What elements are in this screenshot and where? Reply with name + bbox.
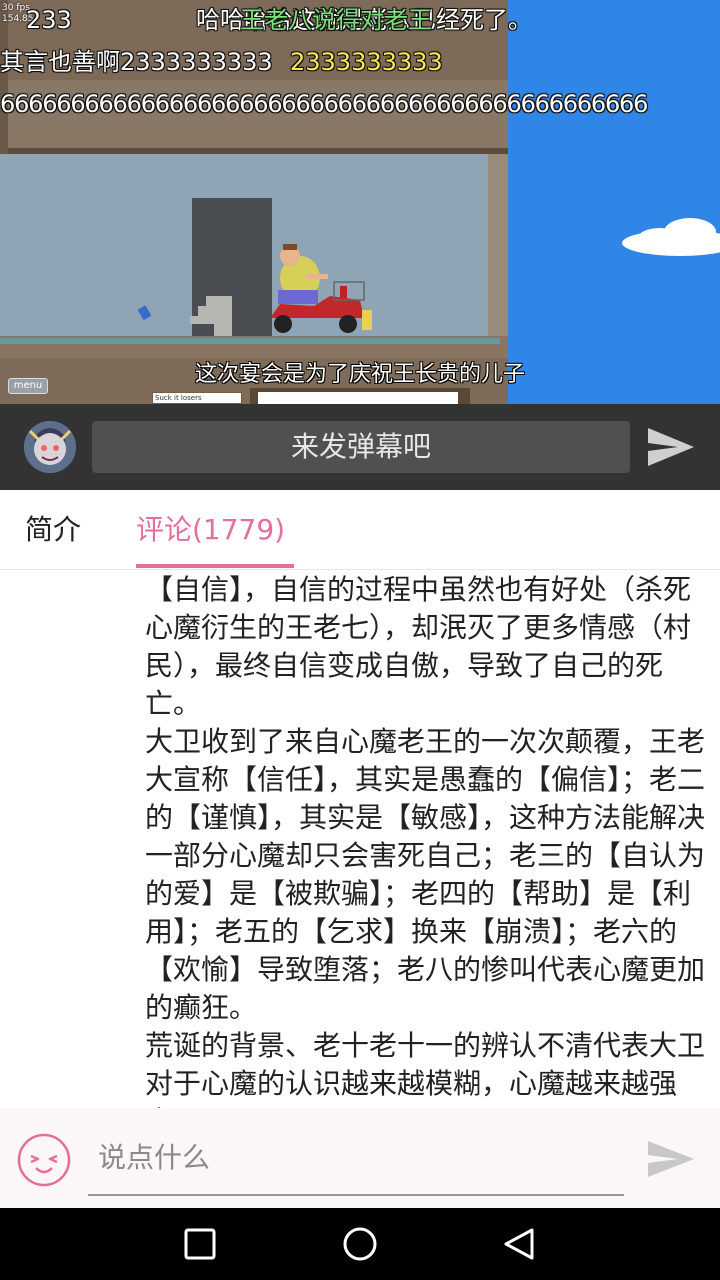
danmaku-input[interactable]: 来发弹幕吧: [92, 421, 630, 473]
comment-paragraph: 荒诞的背景、老十老十一的辨认不清代表大卫对于心魔的认识越来越模糊，心魔越来越强大…: [145, 1029, 706, 1108]
danmaku-input-bar: 来发弹幕吧: [0, 404, 720, 490]
video-player[interactable]: 30 fps 154.85 233 哈哈哈哈这就是老八已经死了。 王老八说得对老…: [0, 0, 720, 404]
video-subtitle: 这次宴会是为了庆祝王长贵的儿子: [194, 362, 525, 387]
danmaku-comment: 2333333333: [290, 48, 443, 76]
game-menu-button[interactable]: menu: [8, 378, 48, 394]
detail-tabs: 简介 评论(1779): [0, 490, 720, 570]
danmaku-comment: 王老八说得对老王: [240, 6, 432, 34]
active-tab-indicator: [136, 564, 294, 568]
comment-paragraph: 大卫收到了来自心魔老王的一次次颠覆，王老大宣称【信任】，其实是愚蠢的【偏信】；老…: [145, 725, 706, 1024]
danmaku-comment: 6666666666666666666666666666666666666666…: [0, 90, 648, 118]
send-icon[interactable]: [646, 1138, 696, 1180]
emoji-icon[interactable]: [16, 1132, 72, 1188]
avatar[interactable]: [24, 421, 76, 473]
square-recent-apps-icon[interactable]: [182, 1226, 218, 1262]
triangle-back-icon[interactable]: [502, 1226, 538, 1262]
comment-paragraph: 【自信】，自信的过程中虽然也有好处（杀死心魔衍生的王老七），却泯灭了更多情感（村…: [145, 573, 692, 720]
send-icon[interactable]: [646, 424, 696, 470]
danmaku-comment: 其言也善啊2333333333: [0, 48, 273, 76]
system-nav-bar: [0, 1208, 720, 1280]
tab-intro[interactable]: 简介: [25, 490, 81, 570]
comment-input-bar: 说点什么: [0, 1108, 720, 1208]
comment-content-area[interactable]: 【自信】，自信的过程中虽然也有好处（杀死心魔衍生的王老七），却泯灭了更多情感（村…: [0, 571, 720, 1108]
danmaku-comment: 233: [26, 6, 72, 34]
scene-sign-text: Suck it losers: [152, 392, 242, 404]
comment-input[interactable]: 说点什么: [88, 1128, 624, 1196]
circle-home-icon[interactable]: [342, 1226, 378, 1262]
comment-text: 【自信】，自信的过程中虽然也有好处（杀死心魔衍生的王老七），却泯灭了更多情感（村…: [145, 571, 705, 1108]
tab-comments[interactable]: 评论(1779): [136, 490, 285, 570]
